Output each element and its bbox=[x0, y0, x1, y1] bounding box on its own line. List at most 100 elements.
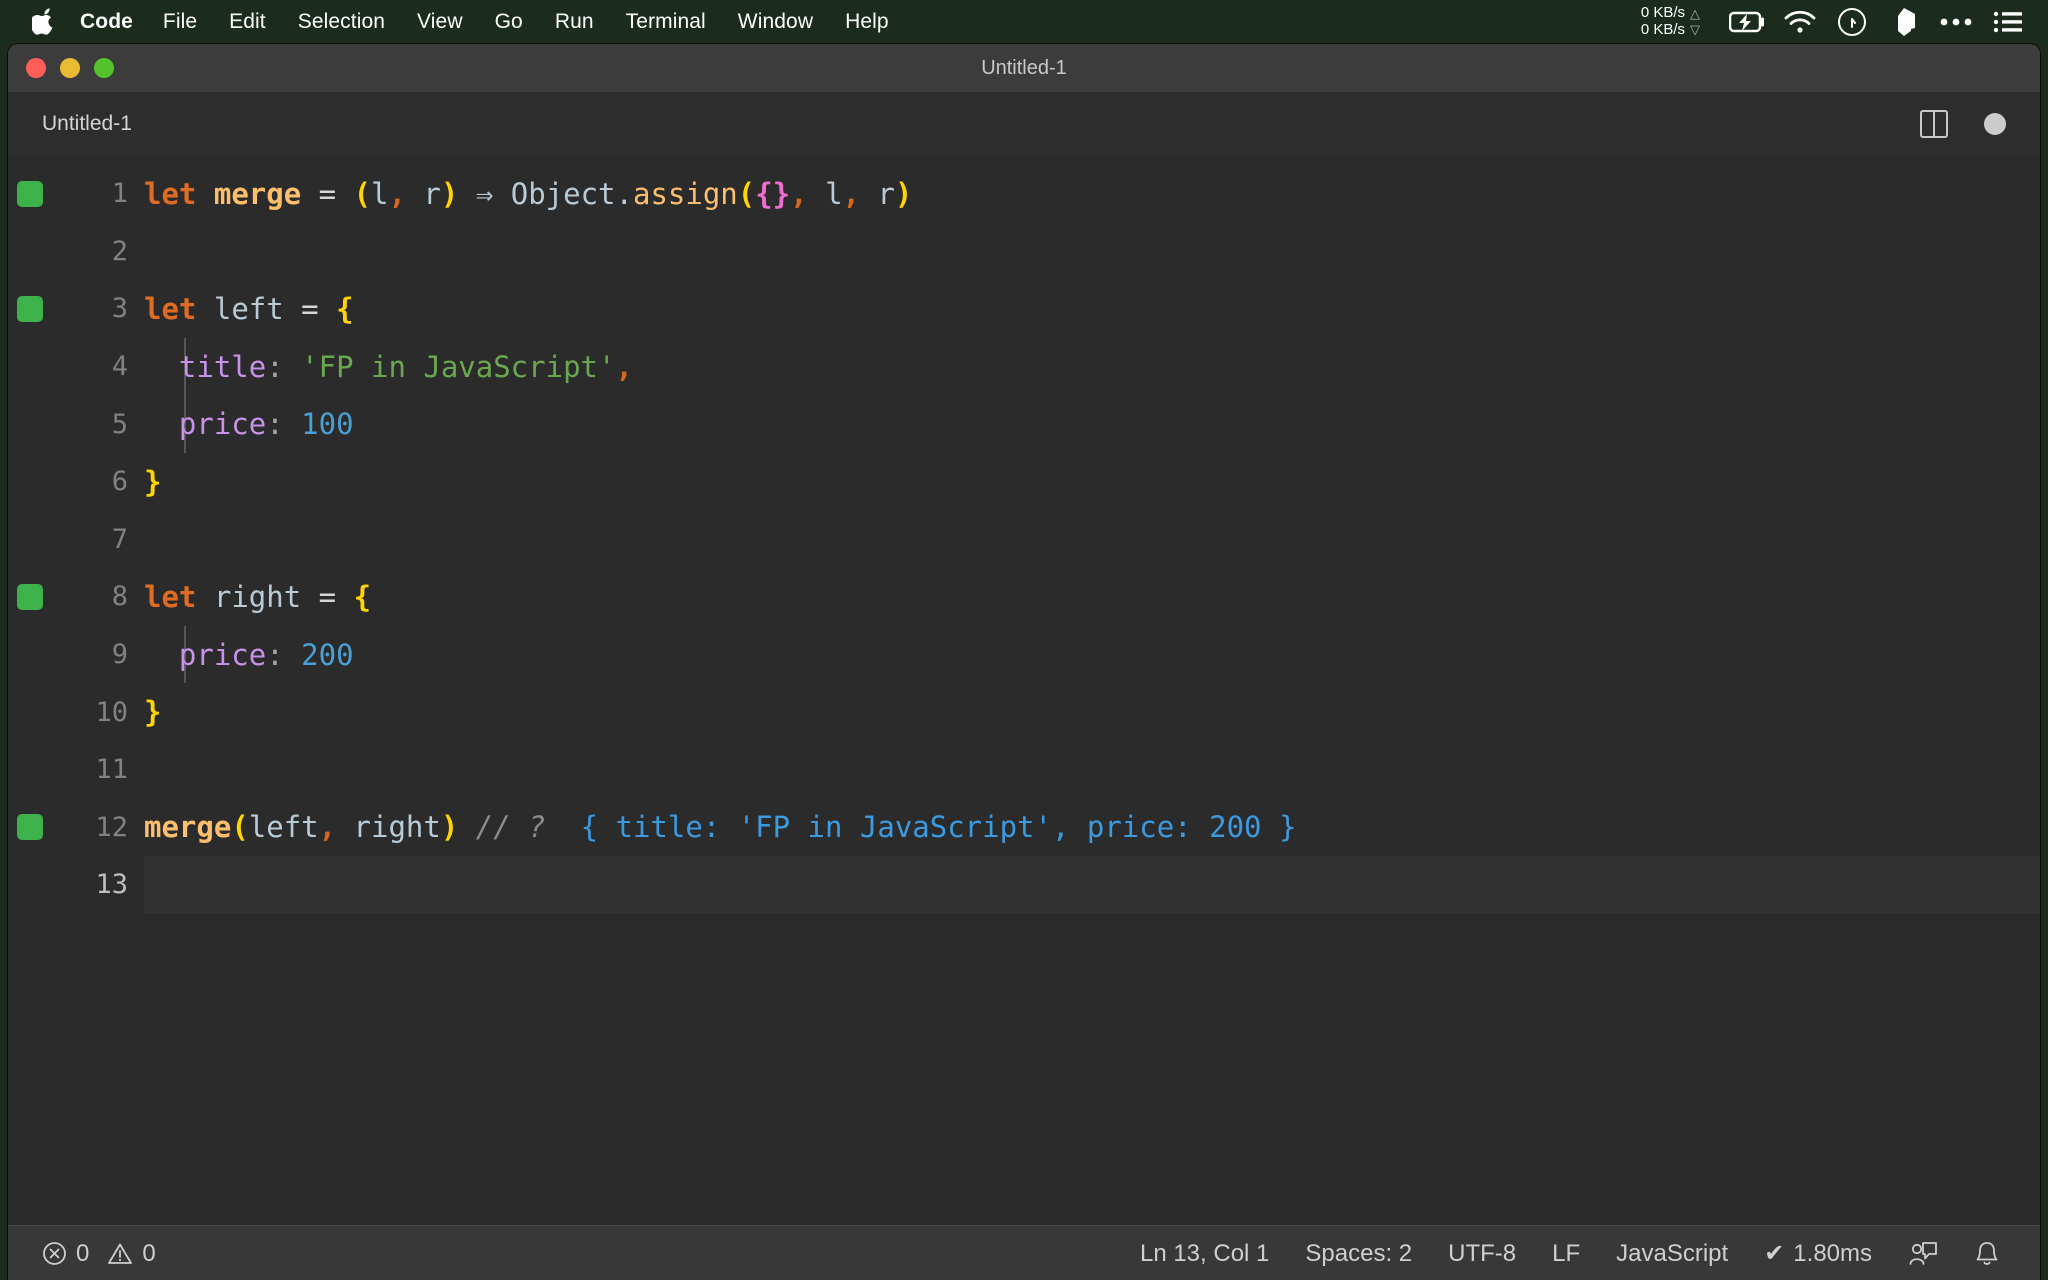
code-content-8[interactable]: let right = { bbox=[144, 568, 2040, 626]
code-content-9[interactable]: price: 200 bbox=[144, 625, 2040, 684]
code-content-10[interactable]: } bbox=[144, 683, 2040, 741]
code-line-10: 10 } bbox=[8, 683, 2040, 741]
code-line-5: 5 price: 100 bbox=[8, 395, 2040, 453]
upload-speed: 0 KB/s bbox=[1640, 4, 1685, 22]
battery-charging-icon[interactable] bbox=[1722, 0, 1774, 44]
code-line-13: 13 bbox=[8, 856, 2040, 914]
code-line-4: 4 title: 'FP in JavaScript', bbox=[8, 337, 2040, 396]
download-arrow-icon: ▽ bbox=[1690, 22, 1700, 37]
code-content-1[interactable]: let merge = (l, r) ⇒ Object.assign({}, l… bbox=[144, 165, 2040, 223]
menubar-item-go[interactable]: Go bbox=[479, 0, 539, 44]
menubar-item-file[interactable]: File bbox=[147, 0, 213, 44]
status-right-group: Ln 13, Col 1 Spaces: 2 UTF-8 LF JavaScri… bbox=[1122, 1226, 2018, 1280]
code-line-1: 1 let merge = (l, r) ⇒ Object.assign({},… bbox=[8, 165, 2040, 223]
code-content-12[interactable]: merge(left, right) // ? { title: 'FP in … bbox=[144, 799, 2040, 857]
code-content-13[interactable] bbox=[144, 856, 2040, 914]
code-line-9: 9 price: 200 bbox=[8, 625, 2040, 684]
code-editor[interactable]: 1 let merge = (l, r) ⇒ Object.assign({},… bbox=[8, 155, 2040, 1225]
menubar-item-help[interactable]: Help bbox=[829, 0, 905, 44]
coverage-indicator-3 bbox=[8, 295, 52, 322]
notifications-button[interactable] bbox=[1956, 1240, 2018, 1268]
line-number-3: 3 bbox=[111, 293, 128, 325]
encoding-status[interactable]: UTF-8 bbox=[1430, 1226, 1534, 1280]
code-content-2[interactable] bbox=[144, 223, 2040, 281]
wifi-icon[interactable] bbox=[1774, 0, 1826, 44]
line-number-1: 1 bbox=[111, 178, 128, 210]
eol-status[interactable]: LF bbox=[1534, 1226, 1598, 1280]
language-mode-status[interactable]: JavaScript bbox=[1598, 1226, 1746, 1280]
apple-logo-icon[interactable] bbox=[22, 0, 66, 44]
status-left-group: 0 0 bbox=[42, 1226, 174, 1280]
tab-label: Untitled-1 bbox=[42, 112, 132, 135]
menubar-item-edit[interactable]: Edit bbox=[213, 0, 282, 44]
line-number-10: 10 bbox=[95, 696, 128, 728]
menubar-tray-group: 0 KB/s 0 KB/s △ ▽ bbox=[1641, 0, 2034, 44]
code-content-11[interactable] bbox=[144, 741, 2040, 799]
menubar-item-terminal[interactable]: Terminal bbox=[610, 0, 722, 44]
line-number-11: 11 bbox=[95, 754, 128, 786]
editor-tabbar: Untitled-1 bbox=[8, 93, 2040, 155]
warning-count: 0 bbox=[142, 1239, 156, 1267]
bell-icon bbox=[1974, 1240, 2000, 1268]
coverage-indicator-1 bbox=[8, 180, 52, 207]
code-content-4[interactable]: title: 'FP in JavaScript', bbox=[144, 337, 2040, 396]
network-speed-indicator[interactable]: 0 KB/s 0 KB/s △ ▽ bbox=[1640, 4, 1700, 39]
window-title: Untitled-1 bbox=[981, 56, 1067, 79]
line-number-6: 6 bbox=[111, 466, 128, 498]
code-line-12: 12 merge(left, right) // ? { title: 'FP … bbox=[8, 799, 2040, 857]
coverage-indicator-8 bbox=[8, 583, 52, 610]
code-line-7: 7 bbox=[8, 511, 2040, 569]
quokka-time: 1.80ms bbox=[1793, 1239, 1872, 1267]
menubar-item-window[interactable]: Window bbox=[722, 0, 829, 44]
code-content-3[interactable]: let left = { bbox=[144, 280, 2040, 338]
quokka-check-icon: ✔ bbox=[1764, 1239, 1785, 1267]
error-circle-icon bbox=[42, 1241, 67, 1266]
menubar-item-view[interactable]: View bbox=[401, 0, 479, 44]
quokka-inline-result: { title: 'FP in JavaScript', price: 200 … bbox=[580, 810, 1297, 845]
minimize-button[interactable] bbox=[60, 58, 80, 78]
more-icon[interactable] bbox=[1930, 0, 1982, 44]
menubar-item-run[interactable]: Run bbox=[539, 0, 610, 44]
code-content-7[interactable] bbox=[144, 511, 2040, 569]
warning-triangle-icon bbox=[107, 1242, 133, 1266]
upload-arrow-icon: △ bbox=[1690, 6, 1700, 22]
menubar-item-code[interactable]: Code bbox=[66, 0, 147, 44]
line-number-4: 4 bbox=[111, 351, 128, 383]
line-number-9: 9 bbox=[111, 639, 128, 671]
editor-actions bbox=[1920, 110, 2040, 138]
line-number-8: 8 bbox=[111, 581, 128, 613]
app-icon[interactable] bbox=[1878, 0, 1930, 44]
menubar-item-selection[interactable]: Selection bbox=[282, 0, 401, 44]
code-line-2: 2 bbox=[8, 223, 2040, 281]
line-number-12: 12 bbox=[95, 811, 128, 843]
line-number-7: 7 bbox=[111, 523, 128, 555]
code-content-6[interactable]: } bbox=[144, 453, 2040, 511]
code-line-3: 3 let left = { bbox=[8, 280, 2040, 338]
code-line-11: 11 bbox=[8, 741, 2040, 799]
problems-status[interactable]: 0 0 bbox=[42, 1226, 174, 1280]
coverage-indicator-12 bbox=[8, 814, 52, 841]
split-editor-right-icon[interactable] bbox=[1920, 110, 1948, 138]
line-number-5: 5 bbox=[111, 408, 128, 440]
control-center-icon[interactable] bbox=[1826, 0, 1878, 44]
download-speed: 0 KB/s bbox=[1640, 21, 1685, 38]
indentation-status[interactable]: Spaces: 2 bbox=[1287, 1226, 1430, 1280]
feedback-person-icon bbox=[1908, 1241, 1938, 1267]
list-menu-icon[interactable] bbox=[1982, 0, 2034, 44]
line-number-13: 13 bbox=[95, 869, 128, 901]
window-controls bbox=[26, 58, 114, 78]
maximize-button[interactable] bbox=[94, 58, 114, 78]
cursor-position-status[interactable]: Ln 13, Col 1 bbox=[1122, 1226, 1287, 1280]
close-button[interactable] bbox=[26, 58, 46, 78]
line-number-2: 2 bbox=[111, 235, 128, 267]
feedback-button[interactable] bbox=[1890, 1241, 1956, 1267]
status-bar: 0 0 Ln 13, Col 1 Spaces: 2 UTF-8 LF Java… bbox=[8, 1225, 2040, 1280]
error-count: 0 bbox=[76, 1239, 90, 1267]
tab-untitled-1[interactable]: Untitled-1 bbox=[8, 93, 158, 155]
quokka-status[interactable]: ✔ 1.80ms bbox=[1746, 1226, 1890, 1280]
vscode-window: Untitled-1 Untitled-1 1 let merge = (l, … bbox=[8, 44, 2040, 1280]
code-line-6: 6 } bbox=[8, 453, 2040, 511]
code-line-8: 8 let right = { bbox=[8, 568, 2040, 626]
unsaved-dot-icon[interactable] bbox=[1984, 113, 2006, 135]
code-content-5[interactable]: price: 100 bbox=[144, 395, 2040, 453]
